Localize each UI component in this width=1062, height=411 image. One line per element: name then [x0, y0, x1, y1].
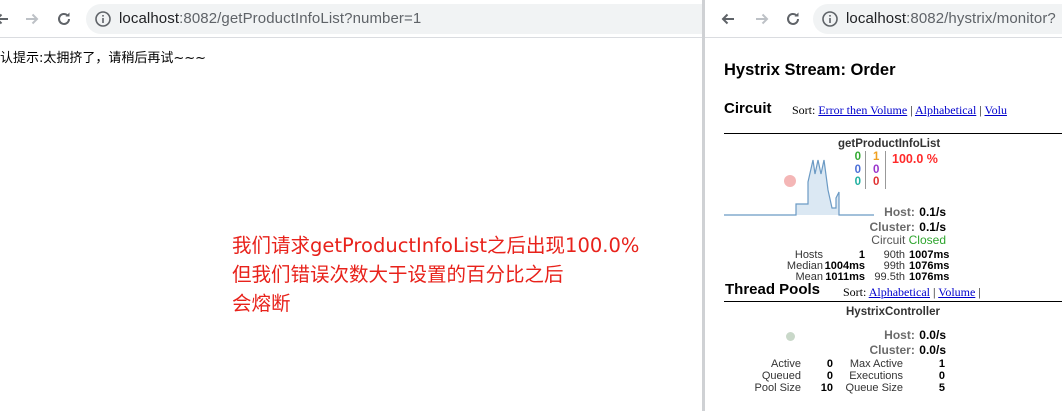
sort-alphabetical-link[interactable]: Alphabetical — [915, 103, 976, 117]
pool-size-value: 10 — [820, 382, 833, 394]
pool-host-rate-value: 0.0/s — [919, 328, 946, 342]
pool-host-rate-label: Host: — [884, 328, 915, 342]
executions-label: Executions — [849, 370, 903, 382]
address-url[interactable]: localhost:8082/getProductInfoList?number… — [119, 10, 421, 27]
circuit-section-title: Circuit — [724, 100, 772, 117]
circuit-sort-bar: Sort: Error then Volume | Alphabetical |… — [792, 103, 1007, 118]
annotation-line-3: 会熔断 — [232, 292, 291, 315]
info-icon[interactable] — [94, 10, 112, 28]
queued-label: Queued — [761, 370, 801, 382]
right-browser-toolbar: localhost:8082/hystrix/monitor? — [705, 0, 1062, 38]
circuit-status-label: Circuit — [871, 233, 906, 247]
queue-size-label: Queue Size — [845, 382, 903, 394]
url-host: localhost — [846, 10, 907, 27]
address-url[interactable]: localhost:8082/hystrix/monitor? — [846, 10, 1056, 27]
thread-pools-sort-bar: Sort: Alphabetical | Volume | — [843, 285, 981, 300]
pool-cluster-rate-row: Cluster: 0.0/s — [870, 341, 947, 359]
fallback-message: 认提示:太拥挤了，请稍后再试~~~ — [0, 51, 207, 66]
active-label: Active — [771, 358, 801, 370]
executions-value: 0 — [938, 370, 945, 382]
sort-prefix: Sort: — [792, 103, 816, 117]
pool-cluster-rate-label: Cluster: — [869, 343, 915, 357]
pool-cluster-rate-value: 0.0/s — [919, 343, 946, 357]
circuit-divider — [724, 133, 1062, 134]
sort-separator: | — [933, 285, 936, 299]
thread-pool-stats: Active 0 Max Active 1 Queued 0 Execution… — [745, 358, 945, 394]
url-path: :8082/getProductInfoList?number=1 — [179, 10, 422, 27]
right-browser-window: localhost:8082/hystrix/monitor? Hystrix … — [705, 0, 1062, 411]
sort-alphabetical-link[interactable]: Alphabetical — [869, 285, 930, 299]
queued-value: 0 — [826, 370, 833, 382]
circuit-status-value: Closed — [908, 233, 946, 247]
error-percentage: 100.0 % — [892, 152, 938, 166]
address-bar[interactable]: localhost:8082/getProductInfoList?number… — [86, 4, 702, 34]
circuit-status-row: Circuit Closed — [871, 233, 946, 247]
host-rate-label: Host: — [884, 205, 915, 219]
sort-separator: | — [910, 103, 913, 117]
latency-table: Hosts 1 90th 1007ms Median 1004ms 99th 1… — [763, 250, 953, 282]
pool-size-label: Pool Size — [754, 382, 801, 394]
back-arrow-icon[interactable] — [0, 7, 14, 31]
sort-prefix: Sort: — [843, 285, 867, 299]
left-browser-window: localhost:8082/getProductInfoList?number… — [0, 0, 702, 411]
url-host: localhost — [119, 10, 180, 27]
command-name: getProductInfoList — [838, 138, 941, 150]
back-arrow-icon[interactable] — [716, 7, 740, 31]
pool-health-circle — [786, 332, 795, 341]
dashboard-title: Hystrix Stream: Order — [724, 61, 896, 79]
max-active-value: 1 — [938, 358, 945, 370]
reload-icon[interactable] — [52, 7, 76, 31]
forward-arrow-icon[interactable] — [750, 7, 774, 31]
address-bar[interactable]: localhost:8082/hystrix/monitor? — [813, 4, 1062, 34]
max-active-label: Max Active — [849, 358, 903, 370]
left-browser-toolbar: localhost:8082/getProductInfoList?number… — [0, 0, 702, 38]
annotation-line-1: 我们请求getProductInfoList之后出现100.0% — [232, 234, 640, 257]
p995-value: 1076ms — [909, 271, 950, 283]
request-volume-sparkline — [724, 159, 874, 216]
reload-icon[interactable] — [781, 7, 805, 31]
annotation-line-2: 但我们错误次数大于设置的百分比之后 — [232, 263, 564, 286]
forward-arrow-icon[interactable] — [20, 7, 44, 31]
active-value: 0 — [826, 358, 833, 370]
url-path: :8082/hystrix/monitor? — [906, 10, 1056, 27]
sort-error-then-volume-link[interactable]: Error then Volume — [818, 103, 907, 117]
cluster-rate-value: 0.1/s — [919, 220, 946, 234]
thread-pools-section-title: Thread Pools — [725, 281, 825, 298]
p995-label: 99.5th — [874, 271, 905, 283]
info-icon[interactable] — [821, 10, 839, 28]
thread-pool-name: HystrixController — [846, 306, 940, 318]
sort-volume-link[interactable]: Volume — [938, 285, 975, 299]
queue-size-value: 5 — [938, 382, 945, 394]
host-rate-value: 0.1/s — [919, 205, 946, 219]
sort-separator: | — [978, 285, 981, 299]
cluster-rate-label: Cluster: — [869, 220, 915, 234]
mean-value: 1011ms — [825, 271, 865, 283]
sort-volume-link[interactable]: Volu — [984, 103, 1006, 117]
sort-separator: | — [979, 103, 982, 117]
thread-pools-divider — [724, 301, 1062, 302]
counts-divider — [885, 151, 886, 189]
health-circle — [784, 175, 796, 187]
sparkline-line — [724, 159, 874, 216]
